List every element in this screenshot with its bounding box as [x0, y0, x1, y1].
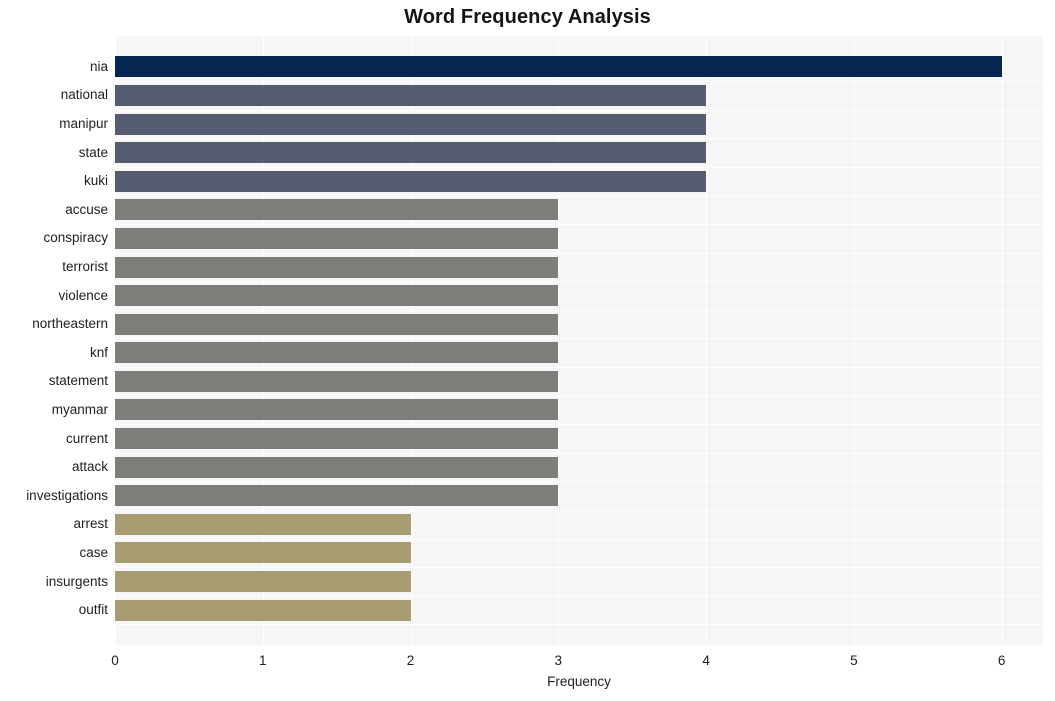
y-axis-tick-label: knf	[89, 344, 108, 360]
bar	[115, 485, 559, 507]
bar	[115, 142, 707, 164]
x-axis-tick-label: 3	[554, 653, 563, 668]
x-axis-title: Frequency	[547, 674, 611, 689]
y-axis-tick-label: manipur	[59, 116, 108, 132]
bar	[115, 227, 559, 249]
y-axis-tick-label: northeastern	[32, 316, 108, 332]
chart-title: Word Frequency Analysis	[404, 6, 651, 28]
x-axis-tick-labels: 0 1 2 3 4 5 6	[0, 645, 1055, 675]
x-axis-tick-label: 4	[702, 653, 710, 668]
x-axis-tick-label: 1	[259, 653, 267, 668]
x-axis-tick-label: 6	[997, 653, 1006, 668]
bar	[115, 313, 559, 335]
bar	[115, 370, 559, 392]
bar	[115, 285, 559, 307]
y-axis-tick-label: current	[65, 430, 108, 446]
bar	[115, 56, 1002, 78]
y-axis-tick-label: arrest	[73, 516, 108, 532]
bar	[115, 456, 559, 478]
y-axis-tick-label: conspiracy	[43, 230, 108, 246]
y-axis-tick-label: investigations	[26, 487, 108, 503]
y-axis-tick-label: kuki	[83, 173, 108, 189]
y-axis-tick-label: violence	[58, 287, 108, 303]
bar	[115, 256, 559, 278]
bar	[115, 342, 559, 364]
y-axis-tick-label: statement	[48, 373, 108, 389]
bar	[115, 199, 559, 221]
y-axis-tick-label: case	[79, 544, 108, 560]
bar	[115, 428, 559, 450]
y-axis-tick-label: attack	[71, 459, 108, 475]
y-axis-tick-label: outfit	[78, 602, 108, 618]
y-axis-tick-label: myanmar	[51, 401, 108, 417]
y-axis-tick-label: nia	[89, 58, 108, 74]
y-axis-tick-label: national	[60, 87, 108, 103]
bar	[115, 571, 411, 593]
y-axis-tick-label: state	[78, 144, 108, 160]
bar	[115, 542, 411, 564]
y-axis-tick-label: terrorist	[62, 259, 108, 275]
x-axis-tick-label: 0	[111, 653, 119, 668]
plot-area	[115, 36, 1043, 645]
bar	[115, 84, 707, 106]
y-axis-tick-label: accuse	[65, 201, 108, 217]
bars-layer	[115, 36, 1043, 645]
bar	[115, 399, 559, 421]
y-axis-tick-labels: nia national manipur state kuki accuse conspir…	[0, 36, 108, 645]
bar	[115, 113, 707, 135]
x-axis-tick-label: 5	[850, 653, 858, 668]
y-axis-tick-label: insurgents	[45, 573, 108, 589]
bar	[115, 513, 411, 535]
word-frequency-chart: Word Frequency Analysis nia national manip…	[0, 0, 1055, 701]
bar	[115, 170, 707, 192]
bar	[115, 599, 411, 621]
x-axis-tick-label: 2	[406, 653, 415, 668]
